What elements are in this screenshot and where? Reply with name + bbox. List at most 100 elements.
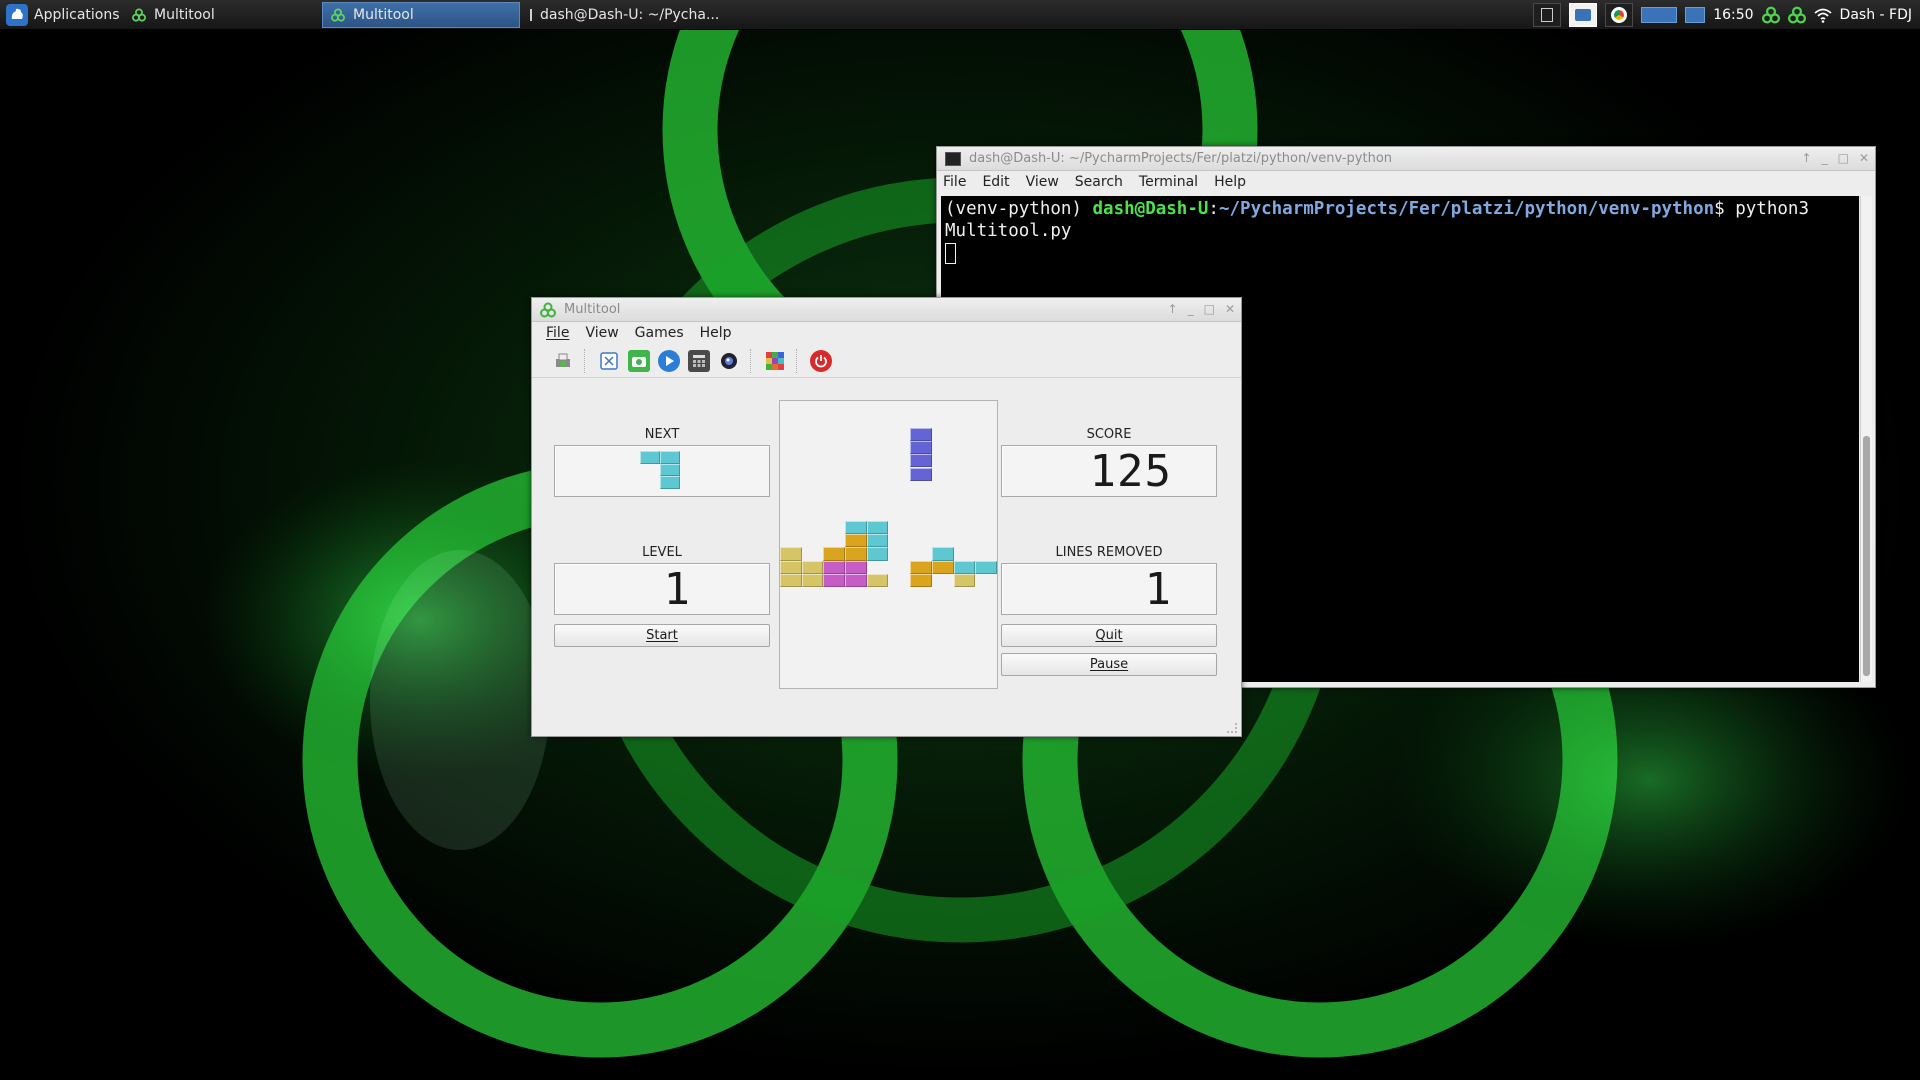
- terminal-titlebar[interactable]: dash@Dash-U: ~/PycharmProjects/Fer/platz…: [937, 147, 1875, 171]
- webcam-icon[interactable]: [718, 350, 740, 372]
- biohazard-icon: [132, 8, 146, 22]
- locked-block: [801, 560, 824, 574]
- locked-block: [931, 547, 954, 561]
- next-piece-display: [554, 445, 770, 497]
- clock[interactable]: 16:50: [1713, 7, 1753, 23]
- toolbar-separator: [796, 348, 800, 373]
- text-cursor: [945, 243, 956, 264]
- pause-button[interactable]: Pause: [1001, 653, 1217, 676]
- menu-view[interactable]: View: [1026, 174, 1059, 190]
- chrome-icon: [1611, 7, 1628, 23]
- camera-icon[interactable]: [628, 349, 650, 372]
- tetris-board[interactable]: [779, 400, 998, 689]
- locked-block: [801, 573, 824, 588]
- biohazard-icon: [540, 302, 556, 317]
- file-manager-button[interactable]: [1569, 3, 1598, 27]
- locked-block: [910, 573, 932, 588]
- terminal-icon: [945, 151, 961, 166]
- venv-prefix: (venv-python): [945, 199, 1093, 219]
- menu-file[interactable]: File: [943, 174, 966, 190]
- menu-view[interactable]: View: [585, 325, 618, 341]
- toolbar-separator: [750, 348, 754, 373]
- locked-block: [866, 534, 889, 548]
- tetris-game-area: NEXT LEVEL 1 Start SCORE 125 LINES REMOV…: [532, 380, 1241, 735]
- locked-block: [823, 573, 846, 588]
- maximize-icon[interactable]: □: [1838, 151, 1849, 165]
- resize-grip[interactable]: [1227, 723, 1237, 733]
- prompt-command: $ python3: [1714, 199, 1809, 219]
- falling-block: [910, 454, 932, 468]
- task-label: dash@Dash-U: ~/Pycha...: [540, 7, 720, 23]
- level-label: LEVEL: [642, 545, 682, 560]
- falling-block: [910, 440, 932, 455]
- task-multitool-1[interactable]: Multitool: [124, 2, 320, 28]
- terminal-scrollbar[interactable]: [1860, 196, 1872, 682]
- cwd-path: ~/PycharmProjects/Fer/platzi/python/venv…: [1218, 199, 1715, 219]
- keep-above-icon[interactable]: ↑: [1802, 151, 1812, 165]
- close-icon[interactable]: ✕: [1859, 151, 1869, 165]
- user-host: dash@Dash-U: [1092, 199, 1209, 219]
- falling-block: [910, 467, 932, 481]
- locked-block: [953, 560, 976, 574]
- locked-block: [931, 560, 954, 574]
- terminal-title: dash@Dash-U: ~/PycharmProjects/Fer/platz…: [969, 151, 1393, 166]
- minimize-icon[interactable]: _: [1822, 151, 1828, 165]
- lines-removed-display: 1: [1001, 563, 1217, 615]
- next-block: [660, 476, 680, 489]
- prompt-colon: :: [1208, 199, 1219, 219]
- menu-edit[interactable]: Edit: [982, 174, 1009, 190]
- print-icon[interactable]: [552, 350, 574, 372]
- tetris-icon[interactable]: [764, 350, 786, 372]
- quit-label: Quit: [1095, 628, 1123, 643]
- wifi-icon[interactable]: [1813, 7, 1832, 23]
- show-desktop-button[interactable]: [1533, 3, 1562, 27]
- taskbar: Applications Multitool Multitool dash@Da…: [0, 0, 1920, 30]
- applications-menu-button[interactable]: Applications: [4, 3, 128, 27]
- locked-block: [780, 573, 802, 588]
- quit-button[interactable]: Quit: [1001, 624, 1217, 647]
- maximize-icon[interactable]: □: [1204, 302, 1215, 316]
- locked-block: [845, 547, 867, 561]
- start-button[interactable]: Start: [554, 624, 770, 647]
- multitool-title: Multitool: [564, 302, 621, 317]
- menu-search[interactable]: Search: [1075, 174, 1123, 190]
- play-icon[interactable]: [658, 349, 680, 372]
- multitool-menubar: File View Games Help: [532, 322, 1241, 344]
- menu-terminal[interactable]: Terminal: [1139, 174, 1198, 190]
- next-block: [640, 451, 660, 464]
- locked-block: [866, 520, 889, 534]
- level-display: 1: [554, 563, 770, 615]
- biohazard-icon[interactable]: [1761, 6, 1780, 24]
- terminal-menubar: File Edit View Search Terminal Help: [937, 171, 1875, 193]
- applications-label: Applications: [34, 7, 120, 23]
- menu-help[interactable]: Help: [700, 325, 732, 341]
- browser-button[interactable]: [1605, 3, 1634, 27]
- user-menu[interactable]: Dash - FDJ: [1840, 7, 1912, 23]
- next-block: [660, 451, 680, 464]
- locked-block: [823, 547, 846, 561]
- score-label: SCORE: [1086, 427, 1132, 442]
- menu-games[interactable]: Games: [635, 325, 684, 341]
- keep-above-icon[interactable]: ↑: [1168, 302, 1178, 316]
- multitool-titlebar[interactable]: Multitool ↑ _ □ ✕: [532, 298, 1241, 322]
- power-icon[interactable]: [810, 349, 832, 372]
- biohazard-icon[interactable]: [1787, 6, 1806, 24]
- menu-help[interactable]: Help: [1214, 174, 1246, 190]
- screenshot-tool-icon[interactable]: [598, 350, 620, 372]
- xfce-mouse-icon: [6, 4, 28, 26]
- score-display: 125: [1001, 445, 1217, 497]
- workspace-2[interactable]: [1685, 7, 1706, 23]
- task-multitool-2[interactable]: Multitool: [322, 2, 520, 28]
- close-icon[interactable]: ✕: [1225, 302, 1235, 316]
- task-terminal[interactable]: dash@Dash-U: ~/Pycha...: [522, 2, 720, 28]
- locked-block: [845, 560, 867, 574]
- scrollbar-thumb[interactable]: [1863, 436, 1870, 676]
- menu-file[interactable]: File: [546, 325, 569, 341]
- calculator-icon[interactable]: [688, 349, 710, 372]
- workspace-1[interactable]: [1641, 7, 1678, 23]
- next-label: NEXT: [644, 427, 680, 442]
- locked-block: [866, 547, 889, 561]
- minimize-icon[interactable]: _: [1188, 302, 1194, 316]
- locked-block: [910, 560, 932, 574]
- locked-block: [845, 534, 867, 548]
